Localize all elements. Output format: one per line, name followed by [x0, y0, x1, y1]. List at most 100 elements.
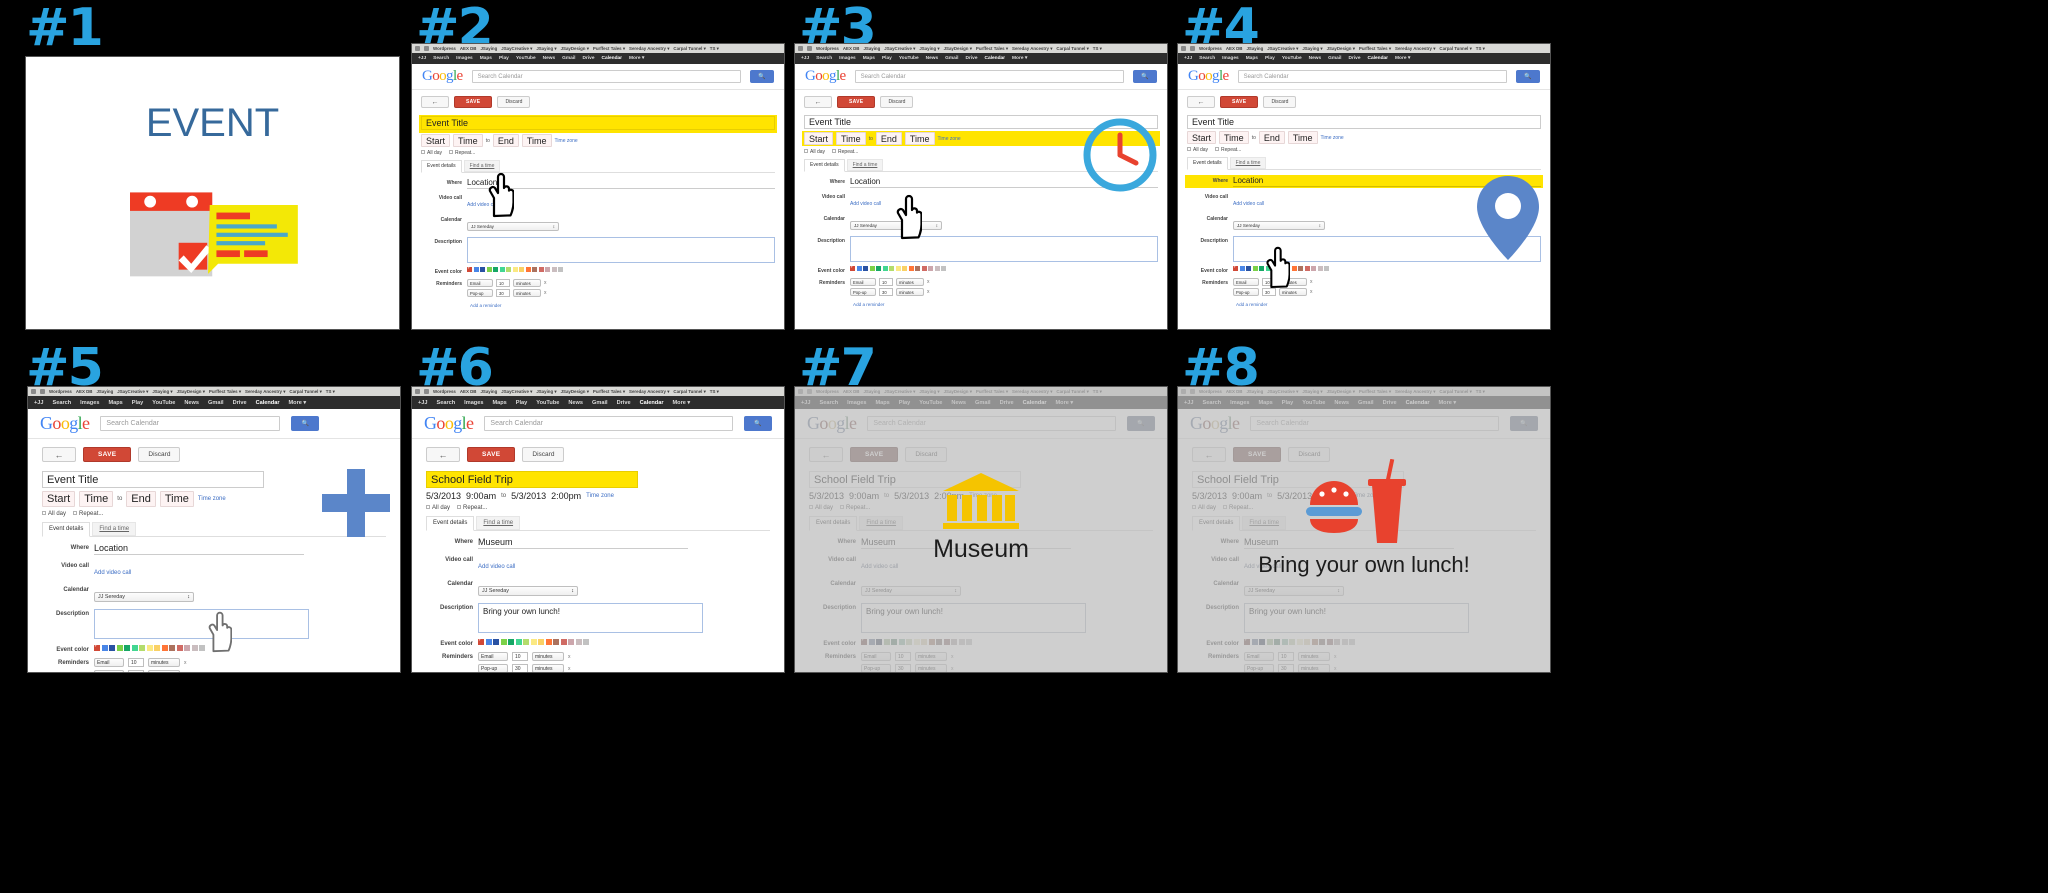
- color-swatch-selected[interactable]: [1244, 637, 1250, 645]
- nav-gmail[interactable]: Gmail: [592, 400, 608, 406]
- reminder-2-unit[interactable]: minutes: [148, 670, 180, 672]
- where-input[interactable]: Location: [467, 178, 775, 189]
- color-swatch[interactable]: [1289, 639, 1295, 645]
- bookmark-jsaycreative[interactable]: JSayCreative ▾: [501, 389, 532, 395]
- calendar-select[interactable]: JJ Sereday ↕: [94, 592, 194, 602]
- tab-find-a-time[interactable]: Find a time: [846, 159, 884, 171]
- reminder-2-unit[interactable]: minutes: [915, 664, 947, 672]
- nav-youtube[interactable]: YouTube: [919, 400, 942, 406]
- add-reminder-link[interactable]: Add a reminder: [470, 303, 775, 308]
- discard-button[interactable]: Discard: [138, 447, 181, 462]
- repeat-checkbox[interactable]: Repeat...: [457, 505, 487, 511]
- color-swatch[interactable]: [1259, 639, 1265, 645]
- color-swatch[interactable]: [943, 639, 950, 645]
- reminder-2-number[interactable]: 30: [879, 288, 893, 296]
- nav-images[interactable]: Images: [80, 400, 99, 406]
- end-date-input[interactable]: End: [126, 491, 156, 507]
- repeat-checkbox[interactable]: Repeat...: [1223, 505, 1253, 511]
- end-time-value[interactable]: 2:00pm: [551, 491, 581, 501]
- nav-drive[interactable]: Drive: [1383, 400, 1397, 406]
- nav-more[interactable]: More ▾: [1395, 56, 1410, 61]
- color-swatch-selected[interactable]: [850, 264, 855, 271]
- bookmark-ts[interactable]: TS ▾: [710, 389, 719, 395]
- color-swatch[interactable]: [1349, 639, 1355, 645]
- start-date-value[interactable]: 5/3/2013: [426, 491, 461, 501]
- bookmarks-bar[interactable]: Wordpress AEX DB JSaying JSayCreative ▾ …: [795, 387, 1167, 396]
- end-date-input[interactable]: End: [875, 132, 902, 145]
- end-time-input[interactable]: Time: [159, 491, 194, 507]
- bookmark-jsaying-2[interactable]: JSaying ▾: [152, 389, 172, 395]
- calendar-select[interactable]: JJ Sereday ↕: [478, 586, 578, 596]
- bookmarks-bar[interactable]: Wordpress AEX DB JSaying JSayCreative ▾ …: [1178, 387, 1550, 396]
- nav-gmail[interactable]: Gmail: [945, 56, 958, 61]
- discard-button[interactable]: Discard: [522, 447, 565, 462]
- end-time-input[interactable]: Time: [521, 134, 552, 147]
- bookmark-jsaydesign[interactable]: JSayDesign ▾: [561, 389, 589, 395]
- nav-play[interactable]: Play: [132, 400, 144, 406]
- timezone-link[interactable]: Time zone: [938, 136, 961, 142]
- discard-button[interactable]: Discard: [880, 96, 914, 108]
- search-button[interactable]: 🔍: [291, 416, 320, 431]
- color-swatches[interactable]: [850, 264, 1158, 271]
- search-button[interactable]: 🔍: [1516, 70, 1540, 83]
- color-swatch[interactable]: [1252, 266, 1258, 271]
- tab-event-details[interactable]: Event details: [804, 159, 845, 172]
- apps-grid-icon[interactable]: [1190, 389, 1195, 394]
- reminder-2-remove[interactable]: x: [951, 666, 954, 672]
- nav-more[interactable]: More ▾: [673, 400, 691, 406]
- color-swatch[interactable]: [863, 266, 868, 271]
- bookmark-carpal-tunnel[interactable]: Carpal Tunnel ▾: [673, 389, 705, 395]
- nav-youtube[interactable]: YouTube: [536, 400, 559, 406]
- reminder-2-type[interactable]: Pop-up: [94, 670, 124, 672]
- all-day-checkbox[interactable]: All day: [809, 505, 833, 511]
- bookmark-ts[interactable]: TS ▾: [710, 46, 719, 52]
- nav-images[interactable]: Images: [456, 56, 473, 61]
- color-swatch[interactable]: [523, 639, 529, 645]
- color-swatch[interactable]: [551, 267, 557, 272]
- color-swatch-selected[interactable]: [94, 643, 100, 651]
- color-swatch[interactable]: [525, 267, 531, 272]
- bookmark-jsaycreative[interactable]: JSayCreative ▾: [1267, 389, 1298, 395]
- bookmark-purffect-tales[interactable]: Purffect Tales ▾: [209, 389, 241, 395]
- bookmark-sereday-ancestry[interactable]: Sereday Ancestry ▾: [629, 389, 669, 395]
- add-video-call-link[interactable]: Add video call: [94, 570, 131, 576]
- nav-calendar[interactable]: Calendar: [1406, 400, 1430, 406]
- bookmark-wordpress[interactable]: Wordpress: [816, 389, 839, 394]
- color-swatch[interactable]: [545, 639, 552, 645]
- all-day-checkbox[interactable]: All day: [1187, 147, 1208, 153]
- color-swatches[interactable]: [478, 637, 770, 645]
- color-swatch[interactable]: [176, 645, 183, 651]
- color-swatch[interactable]: [101, 645, 108, 651]
- color-swatch[interactable]: [882, 266, 888, 271]
- color-swatch[interactable]: [889, 266, 894, 271]
- bookmark-carpal-tunnel[interactable]: Carpal Tunnel ▾: [1439, 389, 1471, 395]
- search-button[interactable]: 🔍: [1510, 416, 1538, 431]
- color-swatch[interactable]: [480, 267, 485, 272]
- reading-list-icon[interactable]: [1181, 389, 1186, 394]
- calendar-select[interactable]: JJ Sereday ↕: [1233, 221, 1325, 230]
- reminder-1-unit[interactable]: minutes: [148, 658, 180, 667]
- nav-more[interactable]: More ▾: [1056, 400, 1074, 406]
- where-input[interactable]: Location: [94, 543, 304, 555]
- reminder-1-unit[interactable]: minutes: [1279, 278, 1307, 286]
- color-swatch[interactable]: [493, 639, 499, 645]
- color-swatch[interactable]: [124, 645, 130, 651]
- reminder-2-unit[interactable]: minutes: [1279, 288, 1307, 296]
- nav-drive[interactable]: Drive: [617, 400, 631, 406]
- tab-find-a-time[interactable]: Find a time: [92, 522, 137, 536]
- nav-more[interactable]: More ▾: [629, 56, 644, 61]
- color-swatches[interactable]: [1244, 637, 1536, 645]
- color-swatch[interactable]: [1259, 266, 1264, 271]
- nav-calendar[interactable]: Calendar: [640, 400, 664, 406]
- timezone-link[interactable]: Time zone: [1321, 135, 1344, 141]
- color-swatch[interactable]: [131, 645, 138, 651]
- back-button[interactable]: ←: [426, 447, 460, 462]
- bookmark-aex-db[interactable]: AEX DB: [76, 389, 93, 394]
- nav-more[interactable]: More ▾: [1012, 56, 1027, 61]
- color-swatches[interactable]: [94, 643, 386, 651]
- nav-drive[interactable]: Drive: [1000, 400, 1014, 406]
- bookmark-ts[interactable]: TS ▾: [1476, 46, 1485, 52]
- back-button[interactable]: ←: [804, 96, 832, 108]
- color-swatch[interactable]: [1304, 639, 1310, 645]
- reminder-1-number[interactable]: 10: [512, 652, 528, 661]
